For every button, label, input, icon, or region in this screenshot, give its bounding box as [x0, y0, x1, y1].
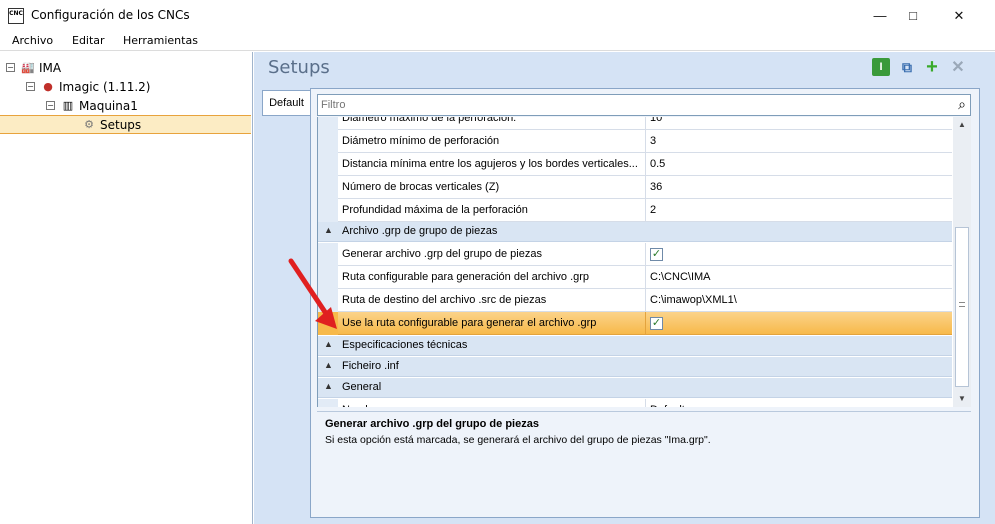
- title-bar: CNC Configuración de los CNCs — □ ✕: [0, 0, 995, 31]
- window-title: Configuración de los CNCs: [31, 8, 190, 22]
- add-icon[interactable]: +: [923, 56, 941, 78]
- category-label: General: [342, 381, 382, 393]
- property-value[interactable]: 36: [646, 176, 952, 199]
- app-icon: CNC: [8, 8, 24, 24]
- property-name: Generar archivo .grp del grupo de piezas: [338, 243, 646, 266]
- grid-row[interactable]: Diámetro máximo de la perforación: 10: [318, 117, 952, 130]
- property-value[interactable]: 3: [646, 130, 952, 153]
- tree-node-setups[interactable]: ⚙ Setups: [0, 115, 251, 134]
- property-value[interactable]: ✓: [646, 243, 952, 266]
- property-name: Ruta de destino del archivo .src de piez…: [338, 289, 646, 312]
- property-value[interactable]: ✓: [646, 312, 952, 335]
- grid-row[interactable]: Número de brocas verticales (Z) 36: [318, 176, 952, 199]
- grid-row[interactable]: Ruta de destino del archivo .src de piez…: [318, 289, 952, 312]
- setups-panel: Setups I ⧉ + ✕ Default ⌕ Diámetro máximo…: [254, 52, 995, 524]
- property-name: Distancia mínima entre los agujeros y lo…: [338, 153, 646, 176]
- grid-row[interactable]: Diámetro mínimo de perforación 3: [318, 130, 952, 153]
- property-name: Diámetro mínimo de perforación: [338, 130, 646, 153]
- globe-icon: ●: [43, 79, 53, 93]
- description-text: Si esta opción está marcada, se generará…: [325, 434, 711, 446]
- category-label: Archivo .grp de grupo de piezas: [342, 225, 498, 237]
- property-value[interactable]: 10: [646, 117, 952, 130]
- tree-node-maquina1[interactable]: − ▥ Maquina1: [46, 96, 138, 115]
- property-value[interactable]: Default: [646, 399, 952, 407]
- property-name: Número de brocas verticales (Z): [338, 176, 646, 199]
- category-especificaciones[interactable]: ▲ Especificaciones técnicas: [318, 336, 952, 356]
- category-ficheiro[interactable]: ▲ Ficheiro .inf: [318, 357, 952, 377]
- property-value[interactable]: C:\imawop\XML1\: [646, 289, 952, 312]
- filter-input[interactable]: [321, 97, 921, 113]
- tab-default[interactable]: Default: [262, 90, 310, 116]
- tree-node-imagic[interactable]: − ● Imagic (1.11.2): [26, 77, 150, 96]
- copy-icon[interactable]: ⧉: [898, 58, 916, 76]
- property-name: Ruta configurable para generación del ar…: [338, 266, 646, 289]
- scroll-thumb[interactable]: [955, 227, 969, 387]
- property-name: Diámetro máximo de la perforación:: [338, 117, 646, 130]
- tree-label-maquina1: Maquina1: [79, 98, 138, 113]
- menu-herramientas[interactable]: Herramientas: [123, 34, 198, 47]
- maximize-button[interactable]: □: [890, 0, 936, 31]
- grid-row[interactable]: Ruta configurable para generación del ar…: [318, 266, 952, 289]
- gear-icon: ⚙: [84, 117, 94, 131]
- grid-row[interactable]: Generar archivo .grp del grupo de piezas…: [318, 243, 952, 266]
- vertical-scrollbar[interactable]: ▲ ▼: [953, 117, 971, 407]
- content-panel: ⌕ Diámetro máximo de la perforación: 10 …: [310, 88, 980, 518]
- collapse-icon[interactable]: −: [6, 63, 15, 72]
- info-icon[interactable]: I: [872, 58, 890, 76]
- scroll-up-icon[interactable]: ▲: [953, 117, 971, 133]
- delete-icon[interactable]: ✕: [949, 58, 967, 76]
- close-button[interactable]: ✕: [936, 0, 982, 31]
- grid-row[interactable]: Nombre Default: [318, 399, 952, 407]
- grid-row[interactable]: Profundidad máxima de la perforación 2: [318, 199, 952, 222]
- menu-bar: Archivo Editar Herramientas: [0, 31, 995, 51]
- tree-node-ima[interactable]: − 🏭 IMA: [6, 58, 61, 77]
- checkbox-generar-grp[interactable]: ✓: [650, 248, 663, 261]
- menu-editar[interactable]: Editar: [72, 34, 105, 47]
- category-label: Especificaciones técnicas: [342, 339, 468, 351]
- collapse-icon[interactable]: −: [46, 101, 55, 110]
- collapse-caret-icon[interactable]: ▲: [324, 381, 333, 391]
- tree-label-imagic: Imagic (1.11.2): [59, 79, 151, 94]
- panel-header: Setups I ⧉ + ✕: [254, 52, 995, 82]
- property-name: Profundidad máxima de la perforación: [338, 199, 646, 222]
- expand-caret-icon[interactable]: ▲: [324, 339, 333, 349]
- expand-caret-icon[interactable]: ▲: [324, 360, 333, 370]
- collapse-icon[interactable]: −: [26, 82, 35, 91]
- property-name: Nombre: [338, 399, 646, 407]
- scroll-down-icon[interactable]: ▼: [953, 391, 971, 407]
- description-title: Generar archivo .grp del grupo de piezas: [325, 418, 539, 430]
- checkbox-use-ruta[interactable]: ✓: [650, 317, 663, 330]
- menu-archivo[interactable]: Archivo: [12, 34, 53, 47]
- machine-icon: ▥: [62, 98, 74, 112]
- property-value[interactable]: 2: [646, 199, 952, 222]
- property-value[interactable]: C:\CNC\IMA: [646, 266, 952, 289]
- tree-label-setups: Setups: [100, 117, 142, 132]
- category-label: Ficheiro .inf: [342, 360, 399, 372]
- factory-icon: 🏭: [21, 60, 35, 74]
- grid-row-selected[interactable]: Use la ruta configurable para generar el…: [318, 312, 952, 335]
- tree-label-ima: IMA: [39, 60, 62, 75]
- property-grid: Diámetro máximo de la perforación: 10 Di…: [317, 117, 971, 407]
- red-arrow-annotation: [288, 258, 337, 329]
- search-icon[interactable]: ⌕: [958, 96, 966, 113]
- filter-box: ⌕: [317, 94, 971, 116]
- panel-title: Setups: [268, 57, 330, 78]
- property-value[interactable]: 0.5: [646, 153, 952, 176]
- config-tree: − 🏭 IMA − ● Imagic (1.11.2) − ▥ Maquina1…: [0, 52, 253, 524]
- property-name: Use la ruta configurable para generar el…: [338, 312, 646, 335]
- category-grp[interactable]: ▲ Archivo .grp de grupo de piezas: [318, 222, 952, 242]
- category-general[interactable]: ▲ General: [318, 378, 952, 398]
- description-panel: Generar archivo .grp del grupo de piezas…: [317, 411, 971, 491]
- collapse-caret-icon[interactable]: ▲: [324, 225, 333, 235]
- grid-row[interactable]: Distancia mínima entre los agujeros y lo…: [318, 153, 952, 176]
